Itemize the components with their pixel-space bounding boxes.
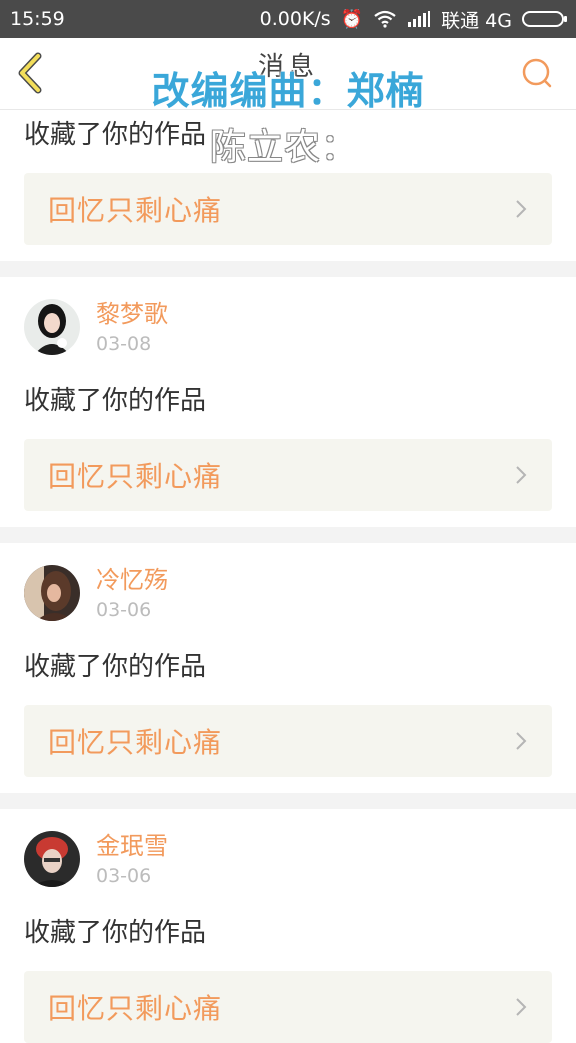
- work-title: 回忆只剩心痛: [48, 992, 223, 1025]
- timestamp: 03-06: [96, 599, 152, 621]
- divider: [0, 793, 576, 809]
- work-link[interactable]: 回忆只剩心痛: [24, 705, 552, 777]
- username[interactable]: 黎梦歌: [96, 299, 168, 329]
- subtitle-overlay-speaker: 陈立农：: [210, 127, 359, 168]
- chevron-right-icon: [516, 732, 527, 750]
- battery-icon: [522, 11, 567, 27]
- user-row: 冷忆殇 03-06: [0, 543, 576, 639]
- user-row: 黎梦歌 03-08: [0, 277, 576, 373]
- signal-icon: [408, 11, 431, 27]
- avatar[interactable]: [24, 831, 80, 887]
- chevron-right-icon: [516, 998, 527, 1016]
- work-link[interactable]: 回忆只剩心痛: [24, 971, 552, 1043]
- chevron-right-icon: [516, 466, 527, 484]
- wifi-icon: [374, 10, 396, 28]
- status-indicators: 0.00K/s ⏰ 联通 4G: [259, 6, 567, 33]
- work-title: 回忆只剩心痛: [48, 726, 223, 759]
- message-feed: 收藏了你的作品 回忆只剩心痛 黎梦歌 03-08 收藏了你的作品 回忆只剩心痛 …: [0, 111, 576, 1043]
- list-item: 金珉雪 03-06 收藏了你的作品 回忆只剩心痛: [0, 809, 576, 1043]
- action-text: 收藏了你的作品: [24, 918, 207, 948]
- timestamp: 03-08: [96, 333, 152, 355]
- divider: [0, 527, 576, 543]
- work-title: 回忆只剩心痛: [48, 460, 223, 493]
- avatar[interactable]: [24, 299, 80, 355]
- list-item: 黎梦歌 03-08 收藏了你的作品 回忆只剩心痛: [0, 277, 576, 527]
- user-row: 金珉雪 03-06: [0, 809, 576, 905]
- action-text: 收藏了你的作品: [24, 652, 207, 682]
- work-link[interactable]: 回忆只剩心痛: [24, 439, 552, 511]
- status-time: 15:59: [10, 8, 65, 30]
- alarm-icon: ⏰: [340, 8, 364, 30]
- divider: [0, 261, 576, 277]
- avatar[interactable]: [24, 565, 80, 621]
- carrier-label: 联通 4G: [441, 9, 512, 32]
- username[interactable]: 冷忆殇: [96, 565, 168, 595]
- work-title: 回忆只剩心痛: [48, 194, 223, 227]
- username[interactable]: 金珉雪: [96, 831, 168, 861]
- chevron-right-icon: [516, 200, 527, 218]
- list-item: 冷忆殇 03-06 收藏了你的作品 回忆只剩心痛: [0, 543, 576, 793]
- work-link[interactable]: 回忆只剩心痛: [24, 173, 552, 245]
- network-speed: 0.00K/s: [259, 8, 331, 30]
- action-text: 收藏了你的作品: [24, 386, 207, 416]
- subtitle-overlay-credit: 改编编曲：郑楠: [151, 69, 425, 113]
- status-bar: 15:59 0.00K/s ⏰ 联通 4G: [0, 0, 576, 38]
- timestamp: 03-06: [96, 865, 152, 887]
